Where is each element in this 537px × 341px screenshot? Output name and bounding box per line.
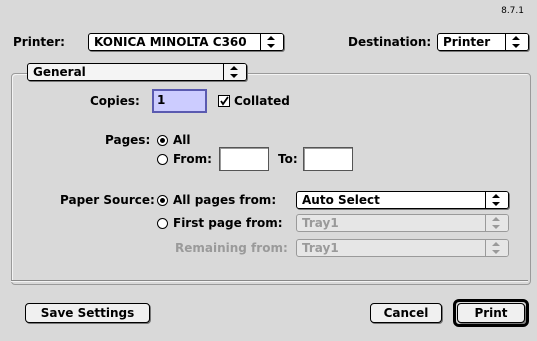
- collated-label: Collated: [234, 94, 290, 108]
- print-button[interactable]: Print: [457, 303, 525, 323]
- printer-popup[interactable]: KONICA MINOLTA C360: [88, 33, 284, 51]
- popup-arrows-icon: [505, 34, 528, 50]
- popup-arrows-icon: [485, 192, 508, 208]
- pages-from-field[interactable]: [219, 147, 269, 171]
- popup-arrows-icon: [223, 64, 246, 80]
- all-pages-from-radio[interactable]: [157, 195, 168, 206]
- first-page-from-label: First page from:: [173, 216, 283, 230]
- first-page-source-value: Tray1: [302, 216, 339, 230]
- copies-label: Copies:: [90, 94, 140, 108]
- pages-from-radio[interactable]: [157, 154, 168, 165]
- pages-all-label: All: [173, 133, 191, 147]
- panel-selector-value: General: [33, 65, 86, 79]
- printer-label: Printer:: [13, 35, 65, 49]
- destination-label: Destination:: [348, 35, 432, 49]
- all-pages-source-popup[interactable]: Auto Select: [296, 191, 509, 209]
- paper-source-label: Paper Source:: [60, 193, 155, 207]
- checkmark-icon: [220, 96, 229, 106]
- copies-field[interactable]: 1: [152, 89, 207, 113]
- pages-from-label: From:: [173, 152, 212, 166]
- panel-selector-popup[interactable]: General: [27, 63, 247, 81]
- remaining-source-value: Tray1: [302, 241, 339, 255]
- destination-popup[interactable]: Printer: [437, 33, 529, 51]
- pages-to-field[interactable]: [303, 147, 353, 171]
- save-settings-button[interactable]: Save Settings: [25, 303, 150, 323]
- cancel-button[interactable]: Cancel: [370, 303, 442, 323]
- remaining-from-label: Remaining from:: [175, 241, 288, 255]
- printer-popup-value: KONICA MINOLTA C360: [94, 35, 247, 49]
- footer-separator: [11, 280, 528, 282]
- popup-arrows-icon: [260, 34, 283, 50]
- destination-popup-value: Printer: [443, 35, 491, 49]
- pages-to-label: To:: [278, 152, 298, 166]
- all-pages-from-label: All pages from:: [173, 193, 277, 207]
- first-page-source-popup[interactable]: Tray1: [296, 214, 509, 232]
- first-page-from-radio[interactable]: [157, 218, 168, 229]
- pages-label: Pages:: [105, 133, 151, 147]
- version-label: 8.7.1: [501, 6, 524, 16]
- popup-arrows-icon: [485, 215, 508, 231]
- collated-checkbox[interactable]: [218, 95, 230, 107]
- pages-all-radio[interactable]: [157, 135, 168, 146]
- popup-arrows-icon: [485, 240, 508, 256]
- all-pages-source-value: Auto Select: [302, 193, 380, 207]
- remaining-source-popup[interactable]: Tray1: [296, 239, 509, 257]
